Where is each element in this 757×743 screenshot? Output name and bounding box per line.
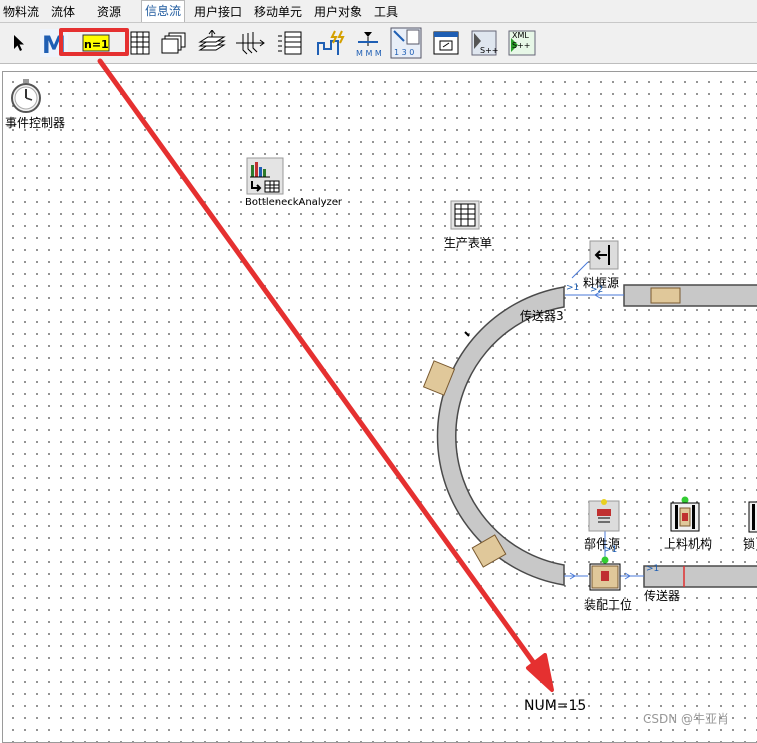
annotation-arrow [97,58,554,692]
watermark: CSDN @牛亚肖 [643,712,730,726]
num-annotation: NUM=15 [524,698,587,714]
